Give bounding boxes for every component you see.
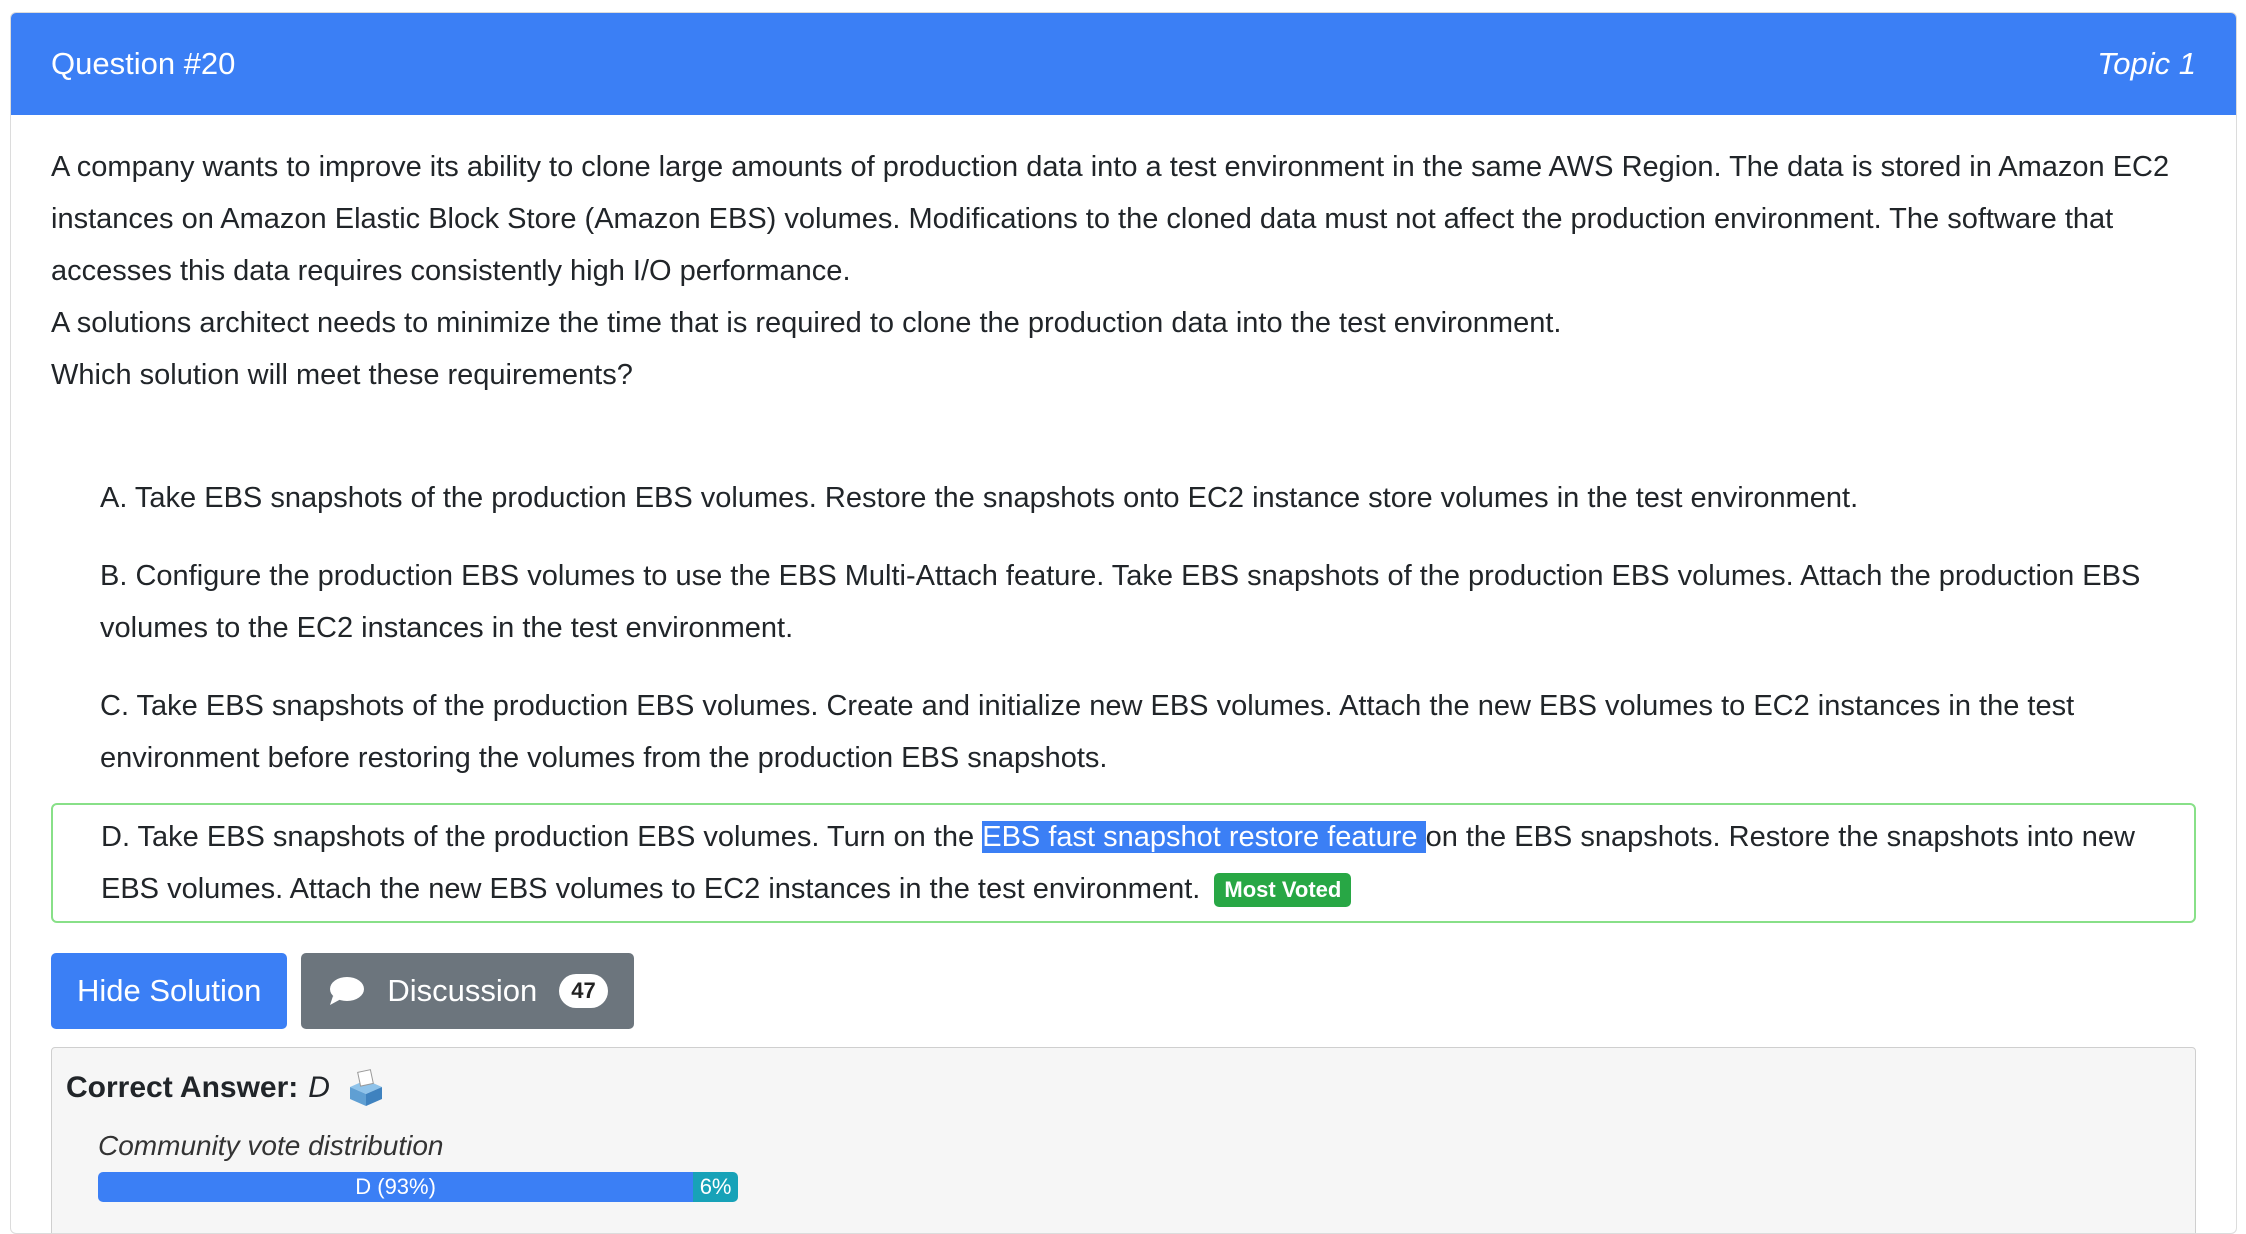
discussion-count-badge: 47 bbox=[559, 974, 608, 1008]
choices-list: A. Take EBS snapshots of the production … bbox=[51, 465, 2196, 923]
question-header: Question #20 Topic 1 bbox=[11, 13, 2236, 115]
selected-text-highlight: EBS fast snapshot restore feature bbox=[982, 821, 1426, 853]
chat-bubble-icon bbox=[330, 977, 365, 1005]
vote-distribution-bar: D (93%) 6% bbox=[98, 1172, 738, 1202]
discussion-label: Discussion bbox=[387, 973, 538, 1008]
question-body: A company wants to improve its ability t… bbox=[11, 141, 2236, 1233]
vote-distribution-label: Community vote distribution bbox=[98, 1130, 444, 1161]
question-paragraph: A company wants to improve its ability t… bbox=[51, 151, 2170, 287]
action-buttons: Hide Solution Discussion 47 bbox=[51, 953, 2196, 1029]
hide-solution-label: Hide Solution bbox=[77, 973, 262, 1008]
vote-segment-other: 6% bbox=[693, 1172, 738, 1202]
vote-segment-label: 6% bbox=[699, 1174, 732, 1199]
question-text: A company wants to improve its ability t… bbox=[51, 141, 2196, 401]
choice-b[interactable]: B. Configure the production EBS volumes … bbox=[51, 543, 2196, 661]
question-card: Question #20 Topic 1 A company wants to … bbox=[10, 12, 2237, 1234]
choice-text: D. Take EBS snapshots of the production … bbox=[101, 821, 983, 853]
question-paragraph: Which solution will meet these requireme… bbox=[51, 359, 633, 391]
vote-segment-label: D (93%) bbox=[355, 1174, 436, 1199]
choice-text: A. Take EBS snapshots of the production … bbox=[100, 482, 1859, 514]
question-paragraph: A solutions architect needs to minimize … bbox=[51, 307, 1562, 339]
question-number: Question #20 bbox=[51, 46, 236, 81]
vote-segment-d: D (93%) bbox=[98, 1172, 694, 1202]
choice-text: B. Configure the production EBS volumes … bbox=[100, 560, 2141, 644]
discussion-button[interactable]: Discussion 47 bbox=[301, 953, 634, 1029]
correct-answer-letter: D bbox=[308, 1071, 330, 1104]
choice-c[interactable]: C. Take EBS snapshots of the production … bbox=[51, 673, 2196, 791]
correct-answer-label: Correct Answer: bbox=[66, 1071, 299, 1104]
topic-label: Topic 1 bbox=[2097, 46, 2196, 81]
solution-box: Correct Answer: D Community vote distrib… bbox=[51, 1047, 2196, 1233]
ballot-box-icon bbox=[349, 1069, 382, 1106]
choice-text: C. Take EBS snapshots of the production … bbox=[100, 690, 2075, 774]
hide-solution-button[interactable]: Hide Solution bbox=[51, 953, 288, 1029]
most-voted-badge: Most Voted bbox=[1214, 873, 1352, 908]
correct-answer-line: Correct Answer: D bbox=[66, 1068, 2181, 1108]
choice-a[interactable]: A. Take EBS snapshots of the production … bbox=[51, 465, 2196, 531]
choice-d[interactable]: D. Take EBS snapshots of the production … bbox=[51, 803, 2196, 923]
